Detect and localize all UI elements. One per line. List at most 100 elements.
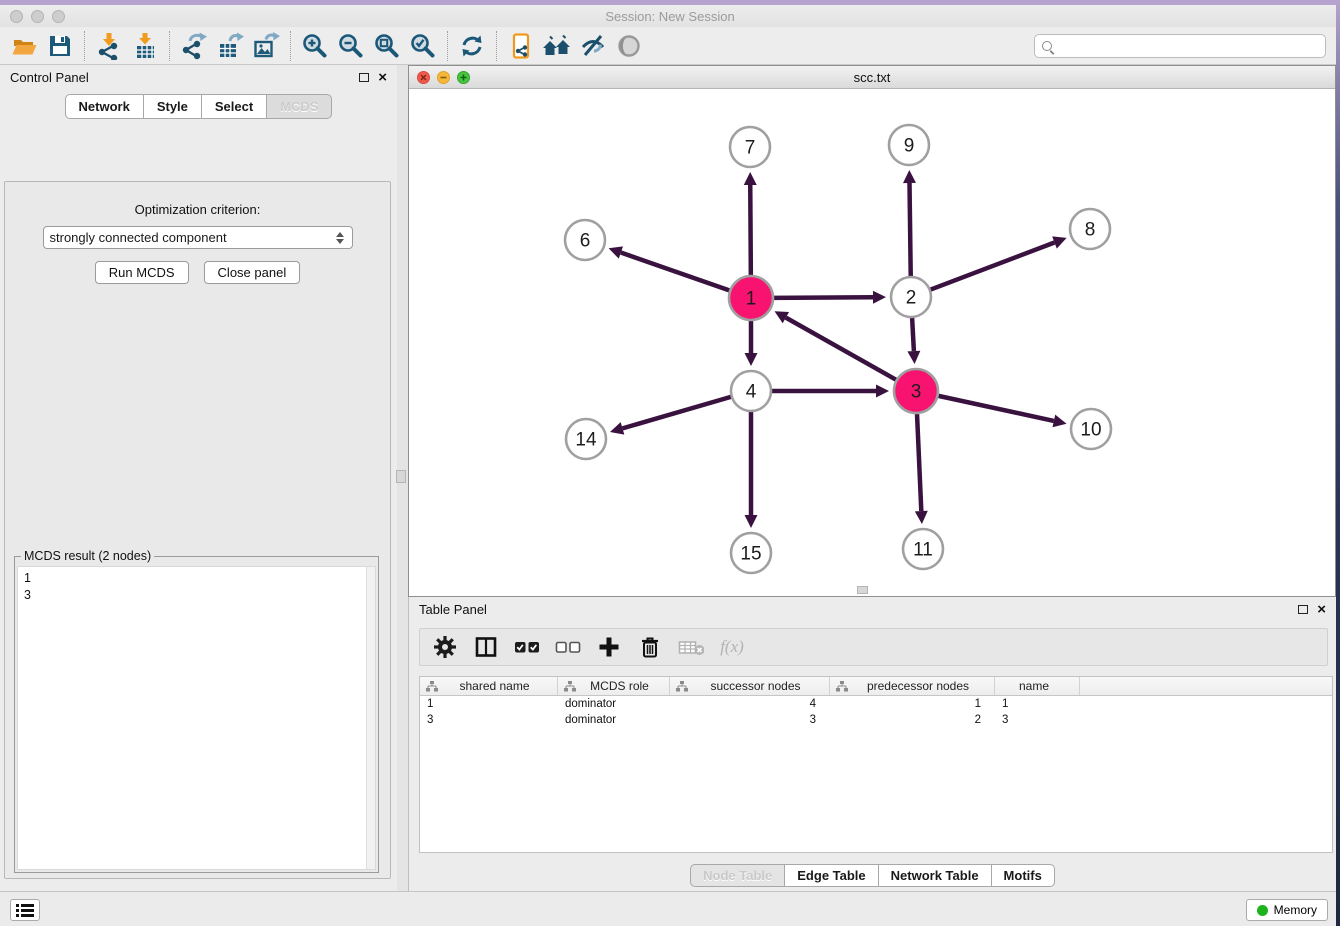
graph-edge-1-2[interactable] (774, 297, 873, 298)
run-mcds-button[interactable]: Run MCDS (95, 261, 189, 284)
select-all-icon (514, 635, 540, 659)
toggle-graphics-details-icon (579, 32, 607, 60)
tab-network-table[interactable]: Network Table (878, 864, 992, 887)
mcds-result-line: 1 (24, 570, 369, 587)
graph-node-label: 8 (1085, 220, 1096, 241)
float-table-panel-icon[interactable] (1298, 605, 1308, 614)
delete-column-button[interactable] (637, 633, 663, 661)
plus-icon (597, 635, 621, 659)
tab-motifs[interactable]: Motifs (991, 864, 1055, 887)
deselect-all-rows-button[interactable] (555, 633, 581, 661)
export-table-icon (216, 32, 244, 60)
column-header-predecessor-nodes[interactable]: predecessor nodes (830, 677, 995, 695)
tab-mcds[interactable]: MCDS (266, 94, 332, 119)
graph-edge-1-6[interactable] (621, 253, 729, 291)
mcds-result-list[interactable]: 13 (17, 566, 376, 870)
refresh-button[interactable] (454, 29, 490, 63)
result-scrollbar[interactable] (366, 567, 375, 869)
table-cell: 2 (830, 714, 995, 726)
column-header-name[interactable]: name (995, 677, 1080, 695)
close-table-panel-icon[interactable]: × (1317, 602, 1326, 617)
search-icon (1042, 41, 1052, 51)
graph-edge-1-7[interactable] (750, 185, 751, 275)
import-network-button[interactable] (91, 29, 127, 63)
table-row[interactable]: 3dominator323 (420, 712, 1332, 728)
toggle-graphics-details-button[interactable] (575, 29, 611, 63)
close-panel-button[interactable]: Close panel (204, 261, 301, 284)
select-all-rows-button[interactable] (514, 633, 540, 661)
graph-edge-4-14[interactable] (622, 397, 730, 429)
save-session-button[interactable] (42, 29, 78, 63)
import-table-button[interactable] (127, 29, 163, 63)
graph-edge-2-9[interactable] (910, 183, 911, 276)
table-settings-button[interactable] (432, 633, 458, 661)
column-label: predecessor nodes (848, 679, 994, 693)
function-builder-button[interactable]: f(x) (719, 633, 745, 661)
table-row[interactable]: 1dominator411 (420, 696, 1332, 712)
edge-arrowhead-icon (907, 351, 920, 364)
criterion-select[interactable]: strongly connected component (43, 226, 353, 249)
delete-table-button[interactable] (678, 633, 704, 661)
open-folder-icon (10, 32, 38, 60)
edge-arrowhead-icon (903, 170, 916, 183)
node-table[interactable]: shared name MCDS rolesuccessor nodes prede… (419, 676, 1333, 853)
edge-arrowhead-icon (873, 291, 886, 304)
search-input[interactable] (1057, 39, 1325, 53)
column-header-shared-name[interactable]: shared name (420, 677, 558, 695)
column-type-icon (564, 681, 576, 692)
show-columns-button[interactable] (473, 633, 499, 661)
memory-status-icon (1257, 905, 1268, 916)
export-image-button[interactable] (248, 29, 284, 63)
graph-edge-2-3[interactable] (912, 318, 914, 351)
function-icon: f(x) (720, 637, 744, 657)
graph-node-label: 2 (906, 288, 917, 309)
duplicate-network-button[interactable] (503, 29, 539, 63)
network-window-titlebar[interactable]: scc.txt (409, 66, 1335, 89)
control-panel-tabs: NetworkStyleSelectMCDS (0, 94, 397, 119)
tab-edge-table[interactable]: Edge Table (784, 864, 878, 887)
zoom-out-button[interactable] (333, 29, 369, 63)
zoom-in-button[interactable] (297, 29, 333, 63)
graph-edge-3-1[interactable] (786, 318, 896, 380)
task-history-button[interactable] (10, 899, 40, 921)
zoom-fit-button[interactable] (369, 29, 405, 63)
graph-edge-3-11[interactable] (917, 414, 921, 511)
mcds-result-line: 3 (24, 587, 369, 604)
open-session-button[interactable] (6, 29, 42, 63)
tab-node-table[interactable]: Node Table (690, 864, 785, 887)
show-all-networks-button[interactable] (539, 29, 575, 63)
memory-button[interactable]: Memory (1246, 899, 1328, 921)
graph-edge-2-8[interactable] (931, 242, 1055, 289)
graph-node-label: 6 (580, 231, 591, 252)
vertical-split-grip[interactable] (396, 470, 406, 483)
horizontal-split-grip[interactable] (857, 586, 868, 594)
zoom-selected-button[interactable] (405, 29, 441, 63)
trash-icon (638, 635, 662, 659)
tab-style[interactable]: Style (143, 94, 202, 119)
column-header-mcds-role[interactable]: MCDS role (558, 677, 670, 695)
close-panel-icon[interactable]: × (378, 70, 387, 85)
add-column-button[interactable] (596, 633, 622, 661)
birds-eye-view-button[interactable] (611, 29, 647, 63)
graph-node-label: 9 (904, 136, 915, 157)
float-panel-icon[interactable] (359, 73, 369, 82)
graph-edge-3-10[interactable] (938, 396, 1053, 421)
column-header-successor-nodes[interactable]: successor nodes (670, 677, 830, 695)
tab-network[interactable]: Network (65, 94, 144, 119)
desktop-edge-top (0, 0, 1340, 5)
column-label: shared name (438, 679, 557, 693)
table-cell: 1 (995, 698, 1080, 710)
network-canvas-svg[interactable]: 7968124314101511 (409, 89, 1335, 596)
tab-select[interactable]: Select (201, 94, 267, 119)
column-label: MCDS role (576, 679, 669, 693)
export-network-button[interactable] (176, 29, 212, 63)
select-stepper-icon (336, 232, 344, 244)
session-title: Session: New Session (0, 9, 1340, 24)
export-table-button[interactable] (212, 29, 248, 63)
toolbar-separator (84, 31, 85, 61)
duplicate-network-icon (507, 32, 535, 60)
network-canvas[interactable]: 7968124314101511 (409, 89, 1335, 596)
column-label: name (995, 679, 1079, 693)
refresh-icon (458, 32, 486, 60)
table-cell: dominator (558, 714, 670, 726)
